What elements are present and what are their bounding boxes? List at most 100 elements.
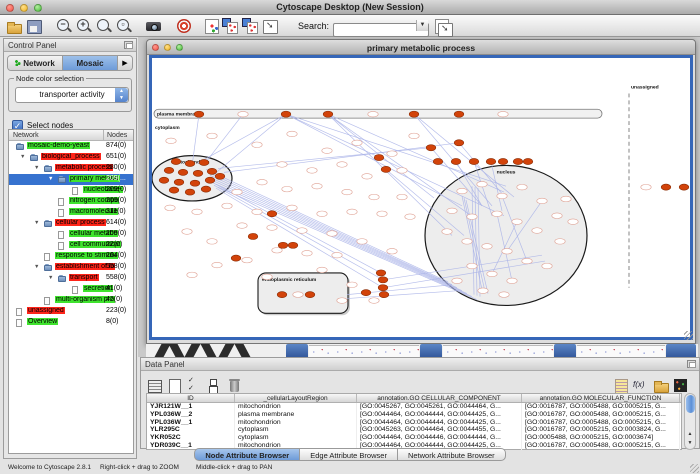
- graph-node[interactable]: [182, 229, 192, 235]
- advanced-search-icon[interactable]: [435, 19, 449, 34]
- graph-node[interactable]: [287, 131, 297, 137]
- graph-node[interactable]: [207, 239, 217, 245]
- attribute-table-header[interactable]: ID_cellularLayoutRegionannotation.GO CEL…: [147, 394, 681, 403]
- search-input[interactable]: [333, 23, 429, 37]
- graph-node[interactable]: [332, 252, 342, 258]
- graph-node-selected[interactable]: [185, 189, 195, 195]
- graph-node-selected[interactable]: [469, 158, 479, 164]
- graph-node[interactable]: [337, 162, 347, 168]
- table-column-header[interactable]: annotation.GO CELLULAR_COMPONENT: [357, 394, 522, 402]
- graph-node[interactable]: [352, 140, 362, 146]
- graph-node[interactable]: [457, 188, 467, 194]
- expand-arrow-icon[interactable]: ▼: [34, 165, 39, 171]
- graph-node-selected[interactable]: [207, 168, 217, 174]
- graph-node[interactable]: [369, 194, 379, 200]
- graph-node[interactable]: [317, 211, 327, 217]
- tree-row-secretion[interactable]: secretion41(0): [9, 284, 133, 295]
- graph-node-selected[interactable]: [305, 292, 315, 298]
- delete-attribute-icon[interactable]: [225, 376, 242, 393]
- snapshot-icon[interactable]: [145, 17, 163, 35]
- create-view-icon[interactable]: [221, 17, 239, 35]
- graph-node[interactable]: [482, 244, 492, 250]
- graph-node-selected[interactable]: [454, 140, 464, 146]
- notes-icon[interactable]: [611, 376, 628, 393]
- graph-node-selected[interactable]: [248, 233, 258, 239]
- table-row[interactable]: YKR052Ccytoplasm[GO:0044464, GO:0044446,…: [147, 434, 681, 442]
- tree-row-macromolecule[interactable]: macromolecule311(0): [9, 207, 133, 218]
- float-data-panel-icon[interactable]: [687, 360, 696, 368]
- graph-node[interactable]: [641, 184, 651, 190]
- graph-node[interactable]: [192, 209, 202, 215]
- graph-node-selected[interactable]: [178, 169, 188, 175]
- graph-node-selected[interactable]: [381, 166, 391, 172]
- graph-node[interactable]: [232, 189, 242, 195]
- table-row[interactable]: YPL036W__1mitochondrion[GO:0044464, GO:0…: [147, 419, 681, 427]
- graph-node[interactable]: [237, 223, 247, 229]
- graph-node[interactable]: [409, 133, 419, 139]
- graph-node-selected[interactable]: [433, 158, 443, 164]
- graph-node[interactable]: [242, 257, 252, 263]
- graph-node[interactable]: [222, 203, 232, 209]
- scrollbar-thumb[interactable]: [686, 395, 695, 413]
- graph-node-selected[interactable]: [193, 170, 203, 176]
- graph-node-selected[interactable]: [361, 290, 371, 296]
- scroll-up-arrow[interactable]: ▲: [685, 430, 695, 439]
- graph-node[interactable]: [498, 111, 508, 117]
- graph-node[interactable]: [542, 263, 552, 269]
- save-icon[interactable]: [25, 17, 43, 35]
- graph-node[interactable]: [327, 231, 337, 237]
- expand-arrow-icon[interactable]: ▼: [48, 176, 53, 182]
- graph-node[interactable]: [568, 219, 578, 225]
- graph-node[interactable]: [337, 298, 347, 304]
- zoom-in-icon[interactable]: [75, 17, 93, 35]
- tree-row-metabolic-process[interactable]: ▼metabolic process280(0): [9, 163, 133, 174]
- table-column-header[interactable]: _cellularLayoutRegion: [235, 394, 357, 402]
- graph-node[interactable]: [517, 184, 527, 190]
- graph-node[interactable]: [165, 205, 175, 211]
- graph-node[interactable]: [492, 211, 502, 217]
- tree-row-cell-communicat[interactable]: cell communicat22(0): [9, 240, 133, 251]
- graph-node[interactable]: [452, 278, 462, 284]
- graph-node-selected[interactable]: [513, 158, 523, 164]
- graph-node-selected[interactable]: [190, 180, 200, 186]
- graph-node[interactable]: [499, 292, 509, 298]
- graph-node[interactable]: [322, 148, 332, 154]
- table-row[interactable]: YJR121W__1mitochondrion[GO:0045267, GO:0…: [147, 403, 681, 411]
- graph-node[interactable]: [287, 205, 297, 211]
- graph-node[interactable]: [252, 209, 262, 215]
- graph-node-selected[interactable]: [281, 111, 291, 117]
- table-column-header[interactable]: ID: [147, 394, 235, 402]
- background-windows[interactable]: [146, 344, 698, 357]
- graph-node-selected[interactable]: [486, 158, 496, 164]
- tree-row-nitrogen-compo[interactable]: nitrogen compo209(0): [9, 196, 133, 207]
- graph-node[interactable]: [267, 225, 277, 231]
- tab-network[interactable]: Network: [8, 56, 63, 70]
- graph-node[interactable]: [478, 288, 488, 294]
- graph-node-selected[interactable]: [201, 186, 211, 192]
- graph-node[interactable]: [397, 168, 407, 174]
- network-view-window[interactable]: primary metabolic process plasma membran…: [146, 39, 696, 344]
- graph-node-selected[interactable]: [379, 292, 389, 298]
- graph-node-selected[interactable]: [451, 158, 461, 164]
- tree-row-cellular-process[interactable]: ▼cellular process614(0): [9, 218, 133, 229]
- tree-row-primary-metabo[interactable]: ▼primary metabo209(...: [9, 174, 133, 185]
- tab-network-attribute-browser[interactable]: Network Attribute Browser: [397, 448, 506, 461]
- unselect-attributes-icon[interactable]: [205, 376, 222, 393]
- tree-row-unassigned[interactable]: unassigned223(0): [9, 306, 133, 317]
- graph-node[interactable]: [307, 168, 317, 174]
- graph-node-selected[interactable]: [323, 111, 333, 117]
- graph-node[interactable]: [257, 179, 267, 185]
- expand-arrow-icon[interactable]: ▼: [48, 275, 53, 281]
- graph-node[interactable]: [387, 151, 397, 157]
- tree-row-response-to-stimulu[interactable]: response to stimulu264(0): [9, 251, 133, 262]
- graph-node[interactable]: [405, 214, 415, 220]
- network-canvas[interactable]: plasma membranecytoplasmmitochondrionnuc…: [149, 55, 693, 340]
- graph-node[interactable]: [462, 239, 472, 245]
- graph-node[interactable]: [512, 219, 522, 225]
- graph-node-selected[interactable]: [409, 111, 419, 117]
- tree-row-nucleobase-[interactable]: nucleobase-209(0): [9, 185, 133, 196]
- more-tabs-arrow[interactable]: ▶: [118, 56, 132, 70]
- import-attributes-icon[interactable]: [651, 376, 668, 393]
- graph-node-selected[interactable]: [169, 187, 179, 193]
- graph-node-selected[interactable]: [376, 270, 386, 276]
